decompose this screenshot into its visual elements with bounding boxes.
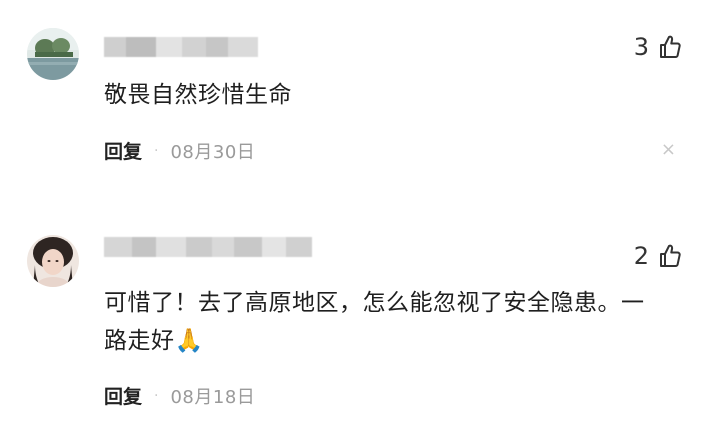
username-redacted [104, 234, 312, 260]
like-button[interactable]: 2 [634, 242, 681, 270]
avatar[interactable] [27, 235, 79, 287]
like-count: 2 [633, 242, 649, 270]
comment-text: 可惜了！去了高原地区，怎么能忽视了安全隐患。一路走好🙏 [104, 290, 645, 354]
avatar[interactable] [27, 28, 79, 80]
comment-text: 敬畏自然珍惜生命 [104, 82, 292, 108]
thumbs-up-icon [660, 35, 681, 58]
separator-dot: · [154, 142, 159, 159]
comment-meta: 回复 · 08月30日 [104, 137, 255, 164]
like-count: 3 [633, 33, 649, 61]
comment-date: 08月18日 [170, 386, 256, 408]
comment-meta: 回复 · 08月18日 [104, 382, 255, 409]
separator-dot: · [154, 387, 159, 404]
thumbs-up-icon [660, 244, 681, 267]
comment-date: 08月30日 [170, 141, 256, 163]
reply-button[interactable]: 回复 [104, 137, 142, 164]
close-icon[interactable]: × [661, 139, 676, 160]
like-button[interactable]: 3 [634, 33, 681, 61]
reply-button[interactable]: 回复 [104, 382, 142, 409]
username-redacted [104, 34, 258, 60]
